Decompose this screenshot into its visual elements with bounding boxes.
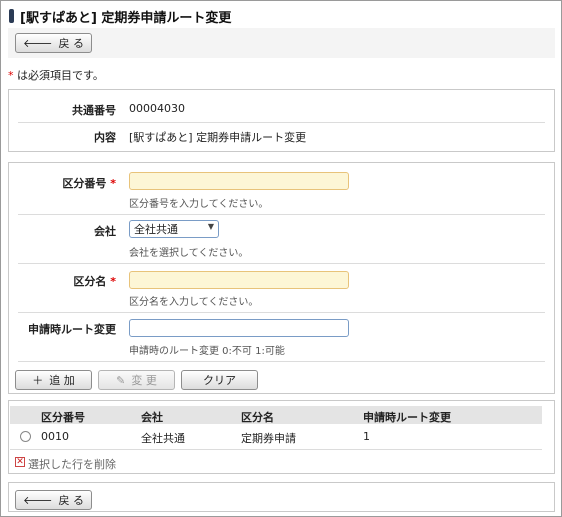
arrow-left-icon: 🡐 bbox=[23, 37, 53, 50]
division-no-input[interactable] bbox=[129, 172, 349, 190]
cell-division-no: 0010 bbox=[41, 430, 69, 443]
route-change-label: 申請時ルート変更 bbox=[28, 323, 116, 336]
form-divider-3 bbox=[18, 312, 545, 313]
form-divider-4 bbox=[18, 361, 545, 362]
route-change-input[interactable] bbox=[129, 319, 349, 337]
cell-route-change: 1 bbox=[363, 430, 370, 443]
required-note-text: は必須項目です。 bbox=[13, 69, 104, 82]
company-select-value: 全社共通 bbox=[134, 223, 178, 236]
form-divider-2 bbox=[18, 263, 545, 264]
content-value: [駅すぱあと] 定期券申請ルート変更 bbox=[129, 131, 307, 144]
arrow-left-icon: 🡐 bbox=[23, 494, 53, 507]
division-name-input[interactable] bbox=[129, 271, 349, 289]
column-header-division-name: 区分名 bbox=[241, 411, 274, 424]
required-note: * は必須項目です。 bbox=[8, 67, 104, 83]
table-header bbox=[10, 406, 542, 424]
division-no-label-text: 区分番号 bbox=[62, 177, 107, 190]
title-marker bbox=[9, 9, 14, 23]
table-divider bbox=[10, 449, 542, 450]
content-label: 内容 bbox=[94, 131, 116, 144]
division-name-required-mark: * bbox=[110, 275, 116, 288]
add-button-label: 追 加 bbox=[49, 374, 75, 387]
common-no-label: 共通番号 bbox=[72, 104, 116, 117]
page-title: [駅すぱあと] 定期券申請ルート変更 bbox=[20, 10, 232, 26]
back-button-bottom[interactable]: 🡐 戻 る bbox=[15, 490, 92, 510]
back-button-top[interactable]: 🡐 戻 る bbox=[15, 33, 92, 53]
form-divider-1 bbox=[18, 214, 545, 215]
row-select-radio[interactable] bbox=[20, 431, 31, 442]
pencil-icon: ✎ bbox=[116, 373, 126, 387]
column-header-company: 会社 bbox=[141, 411, 163, 424]
division-no-hint: 区分番号を入力してください。 bbox=[129, 199, 269, 210]
add-button[interactable]: ＋ 追 加 bbox=[15, 370, 92, 390]
info-divider bbox=[18, 122, 545, 123]
company-select[interactable]: 全社共通 ▼ bbox=[129, 220, 219, 238]
page-header: [駅すぱあと] 定期券申請ルート変更 bbox=[9, 7, 232, 26]
company-label: 会社 bbox=[94, 225, 116, 238]
division-name-label: 区分名 * bbox=[73, 273, 116, 289]
window-frame: [駅すぱあと] 定期券申請ルート変更 🡐 戻 る * は必須項目です。 共通番号… bbox=[0, 0, 562, 517]
plus-icon: ＋ bbox=[32, 374, 44, 387]
division-name-hint: 区分名を入力してください。 bbox=[129, 297, 259, 308]
route-change-hint: 申請時のルート変更 0:不可 1:可能 bbox=[129, 346, 285, 357]
change-button[interactable]: ✎ 変 更 bbox=[98, 370, 175, 390]
back-button-label: 戻 る bbox=[58, 37, 85, 50]
back-button-label: 戻 る bbox=[58, 494, 85, 507]
cell-company: 全社共通 bbox=[141, 432, 185, 445]
company-hint: 会社を選択してください。 bbox=[129, 248, 249, 259]
cell-division-name: 定期券申請 bbox=[241, 432, 296, 445]
common-no-value: 00004030 bbox=[129, 102, 185, 115]
column-header-division-no: 区分番号 bbox=[41, 411, 85, 424]
clear-button[interactable]: クリア bbox=[181, 370, 258, 390]
division-no-required-mark: * bbox=[110, 177, 116, 190]
division-no-label: 区分番号 * bbox=[62, 175, 116, 191]
delete-x-icon[interactable]: ✕ bbox=[15, 457, 25, 467]
chevron-down-icon: ▼ bbox=[207, 222, 214, 231]
delete-selected-link[interactable]: 選択した行を削除 bbox=[28, 456, 116, 472]
division-name-label-text: 区分名 bbox=[73, 275, 107, 288]
change-button-label: 変 更 bbox=[131, 374, 157, 387]
column-header-route-change: 申請時ルート変更 bbox=[363, 411, 451, 424]
clear-button-label: クリア bbox=[203, 374, 236, 387]
